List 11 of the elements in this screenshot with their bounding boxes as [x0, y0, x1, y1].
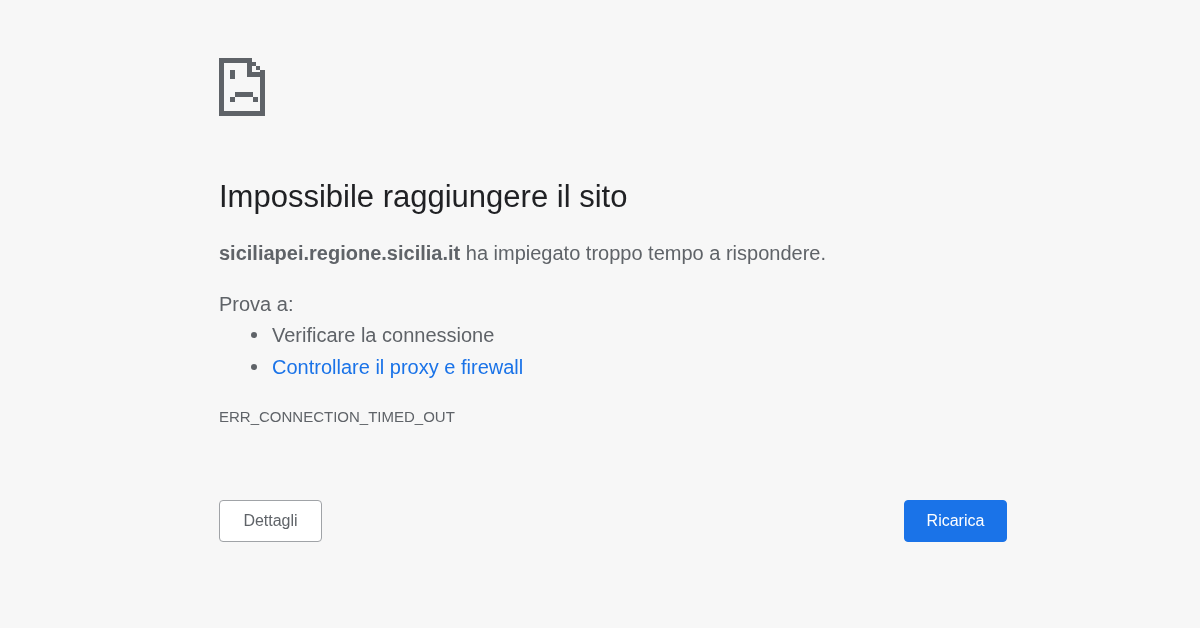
error-message: siciliapei.regione.sicilia.it ha impiegato troppo tempo a rispondere. — [219, 241, 826, 266]
bullet-icon — [251, 364, 257, 370]
bullet-icon — [251, 332, 257, 338]
sad-page-icon — [219, 58, 265, 116]
details-button[interactable]: Dettagli — [219, 500, 322, 542]
error-code: ERR_CONNECTION_TIMED_OUT — [219, 407, 455, 427]
error-heading: Impossibile raggiungere il sito — [219, 179, 628, 215]
suggestions-intro: Prova a: — [219, 292, 294, 317]
suggestion-text: Verificare la connessione — [272, 323, 495, 348]
reload-button[interactable]: Ricarica — [904, 500, 1007, 542]
proxy-firewall-link[interactable]: Controllare il proxy e firewall — [272, 354, 524, 380]
